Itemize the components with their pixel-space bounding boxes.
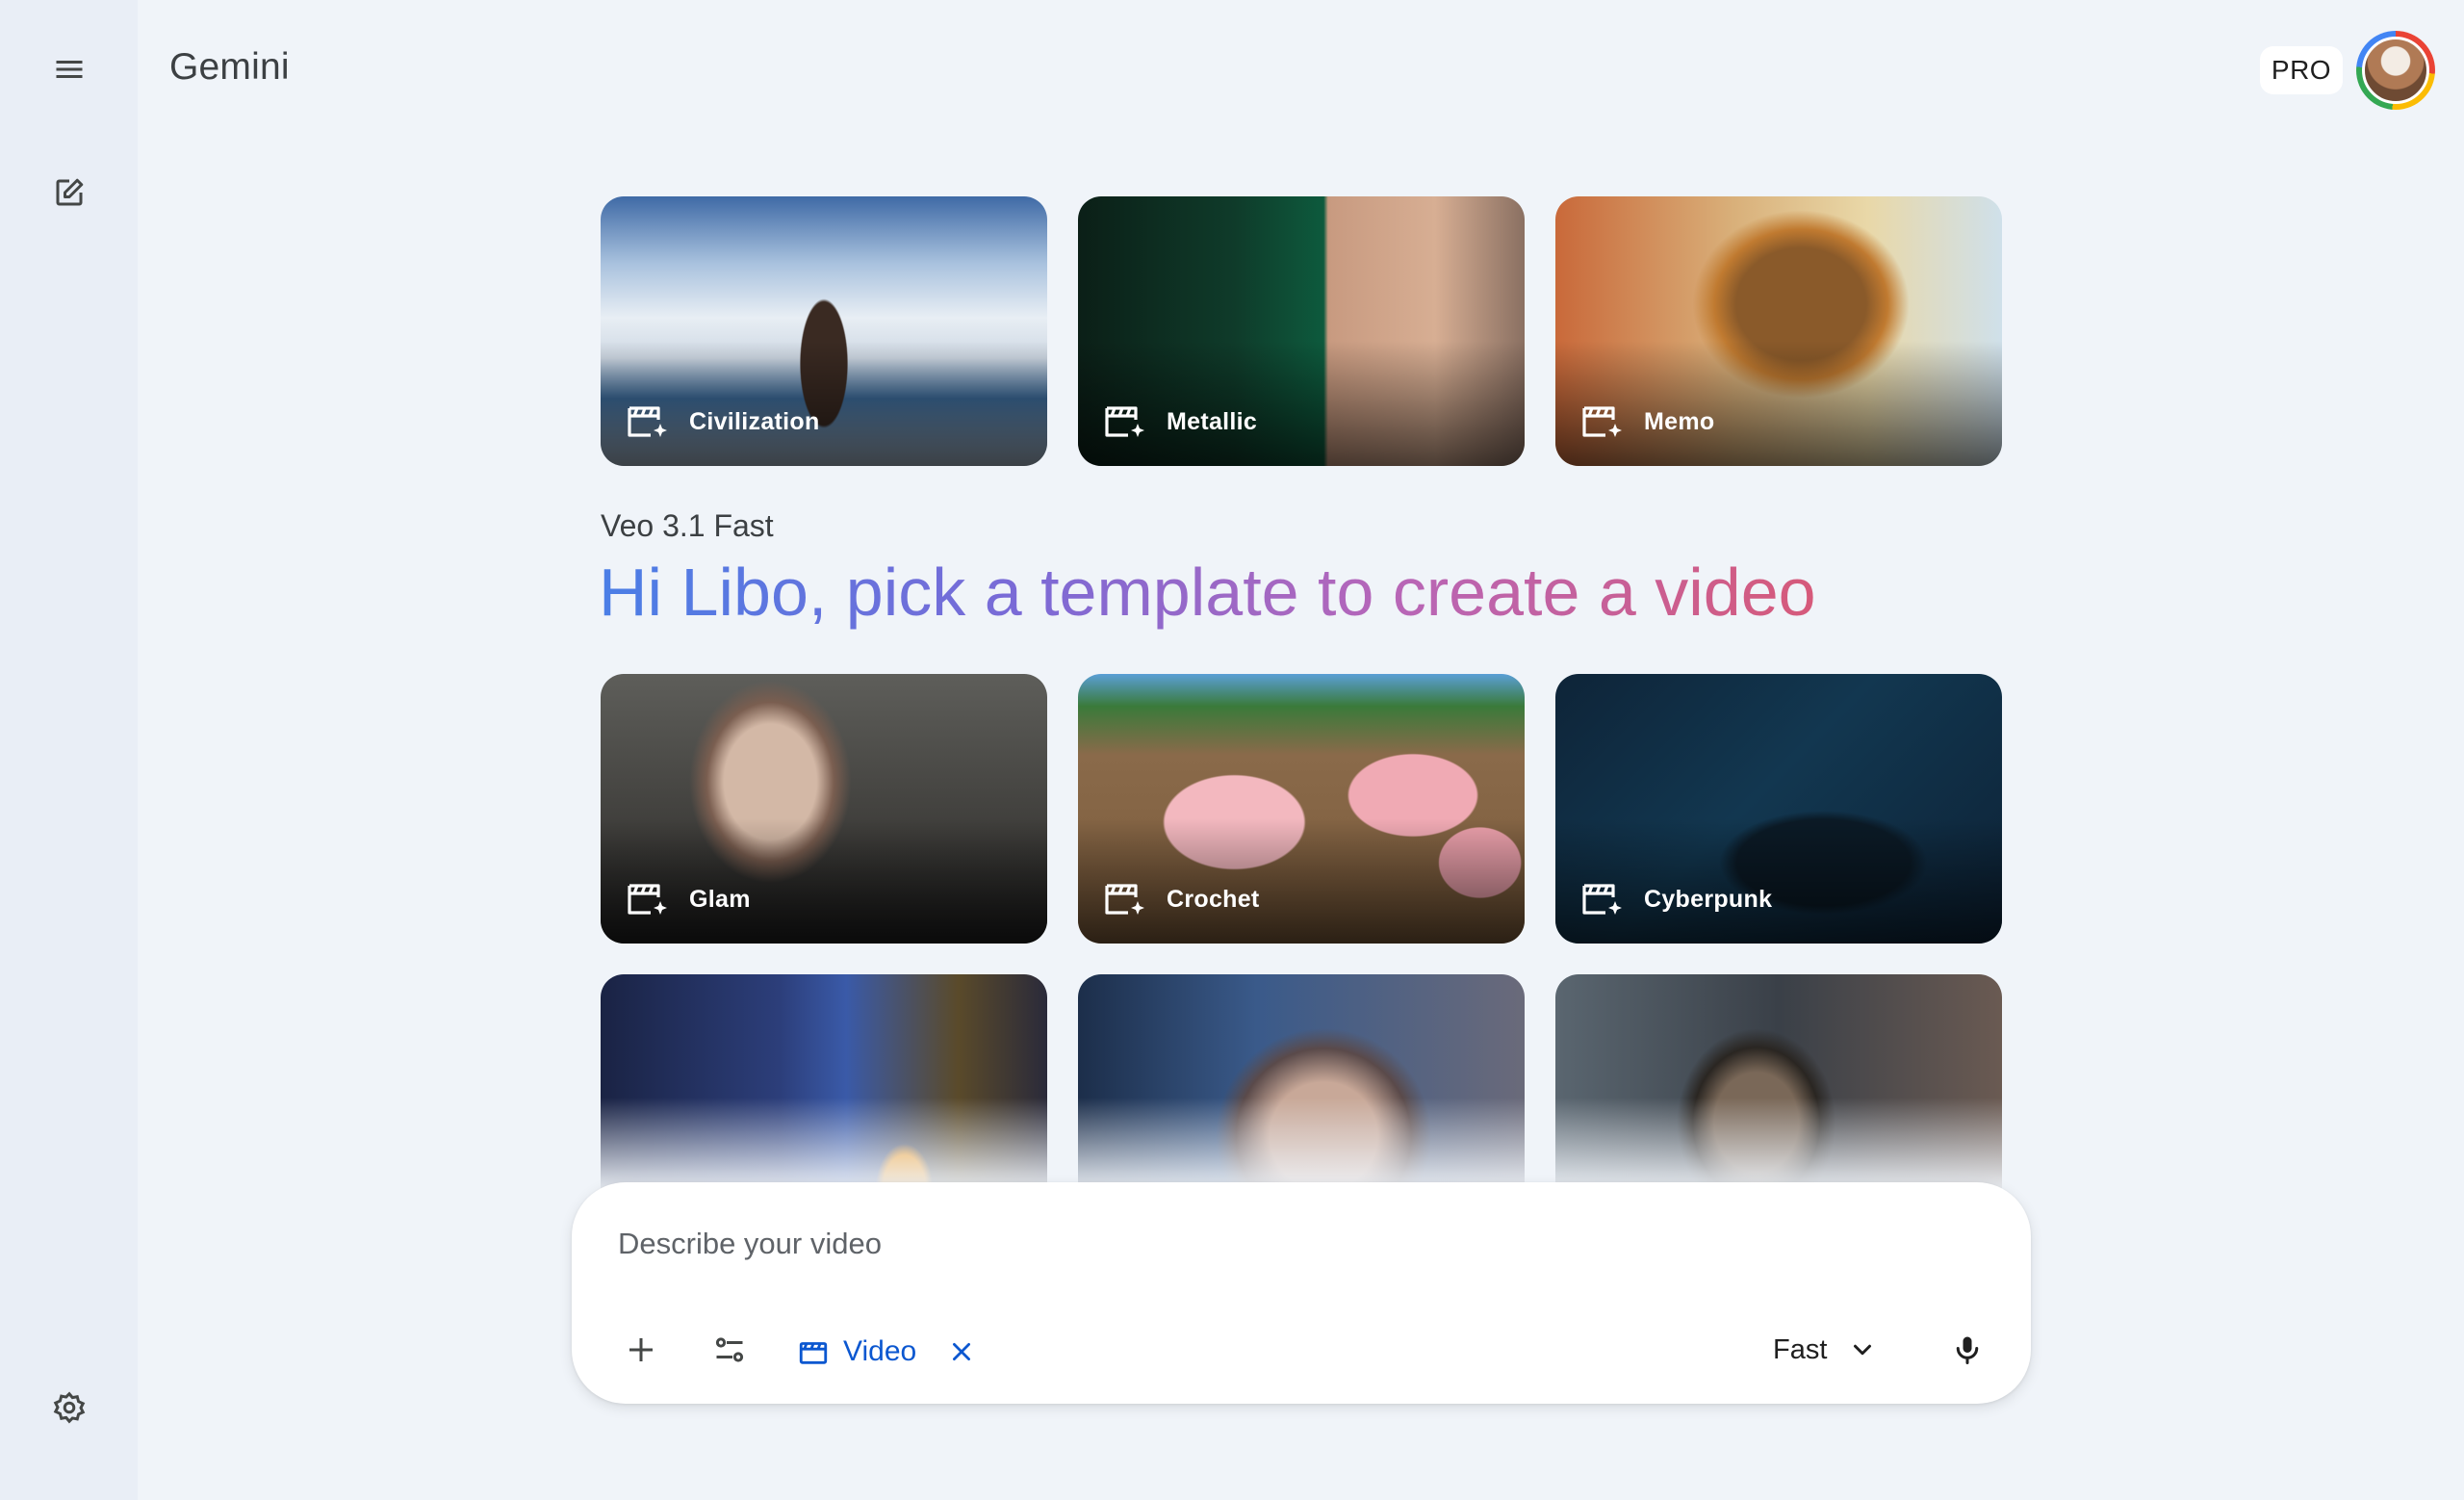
model-name: Veo 3.1 Fast	[601, 508, 774, 543]
new-chat-button[interactable]	[35, 158, 104, 227]
video-spark-icon	[1105, 884, 1144, 915]
video-spark-icon	[628, 884, 667, 915]
template-card-metallic[interactable]: Metallic	[1078, 196, 1525, 466]
video-spark-icon	[628, 406, 667, 437]
remove-video-chip-button[interactable]	[949, 1339, 974, 1364]
account-avatar-button[interactable]	[2356, 31, 2435, 110]
prompt-input[interactable]	[618, 1221, 1869, 1267]
video-spark-icon	[1582, 406, 1622, 437]
tools-button[interactable]	[695, 1315, 764, 1384]
main-menu-button[interactable]	[35, 35, 104, 104]
microphone-button[interactable]	[1933, 1315, 2002, 1384]
clapperboard-icon	[799, 1342, 828, 1364]
template-card-memo[interactable]: Memo	[1555, 196, 2002, 466]
video-tool-chip[interactable]: Video	[783, 1317, 988, 1386]
video-spark-icon	[1582, 884, 1622, 915]
settings-icon	[53, 1391, 86, 1424]
prompt-composer: Video Fast	[572, 1182, 2031, 1404]
template-label: Civilization	[689, 407, 820, 435]
add-button[interactable]	[606, 1315, 676, 1384]
mode-label: Fast	[1773, 1333, 1828, 1365]
close-icon	[953, 1343, 971, 1360]
template-label: Crochet	[1167, 885, 1260, 913]
app-title[interactable]: Gemini	[169, 46, 290, 89]
template-card-crochet[interactable]: Crochet	[1078, 674, 1525, 944]
new-chat-icon	[56, 178, 84, 206]
template-card-glam[interactable]: Glam	[601, 674, 1047, 944]
template-label: Glam	[689, 885, 751, 913]
side-rail	[0, 0, 138, 1500]
pro-badge[interactable]: PRO	[2260, 46, 2343, 94]
template-label: Memo	[1644, 407, 1715, 435]
greeting-heading: Hi Libo, pick a template to create a vid…	[599, 549, 1816, 635]
microphone-icon	[1956, 1336, 1979, 1364]
template-card-civilization[interactable]: Civilization	[601, 196, 1047, 466]
avatar	[2362, 37, 2429, 104]
sliders-icon	[715, 1337, 744, 1362]
mode-selector[interactable]: Fast	[1773, 1315, 1877, 1384]
video-chip-label: Video	[843, 1335, 917, 1367]
template-label: Cyberpunk	[1644, 885, 1773, 913]
menu-icon	[56, 61, 83, 78]
plus-icon	[629, 1338, 653, 1361]
template-card-cyberpunk[interactable]: Cyberpunk	[1555, 674, 2002, 944]
settings-button[interactable]	[35, 1373, 104, 1442]
template-label: Metallic	[1167, 407, 1258, 435]
video-spark-icon	[1105, 406, 1144, 437]
chevron-down-icon	[1854, 1344, 1872, 1356]
